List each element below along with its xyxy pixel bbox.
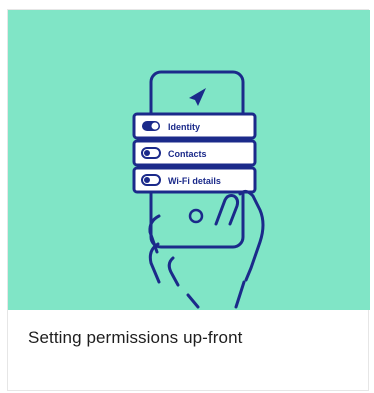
hand-outline bbox=[148, 189, 265, 309]
permission-label: Wi-Fi details bbox=[168, 176, 221, 186]
permission-pill-identity: Identity bbox=[132, 112, 257, 140]
permission-pill-contacts: Contacts bbox=[132, 139, 257, 167]
card-illustration: Identity Contacts Wi-Fi details bbox=[8, 10, 370, 310]
home-button-icon bbox=[188, 208, 204, 224]
card-title[interactable]: Setting permissions up-front bbox=[28, 328, 348, 348]
permission-pill-wifi: Wi-Fi details bbox=[132, 166, 257, 194]
paper-plane-icon bbox=[189, 88, 206, 106]
permission-label: Identity bbox=[168, 122, 200, 132]
phone-permissions-illustration: Identity Contacts Wi-Fi details bbox=[132, 70, 265, 309]
article-card[interactable]: Identity Contacts Wi-Fi details Setting … bbox=[7, 9, 370, 391]
permission-label: Contacts bbox=[168, 149, 207, 159]
